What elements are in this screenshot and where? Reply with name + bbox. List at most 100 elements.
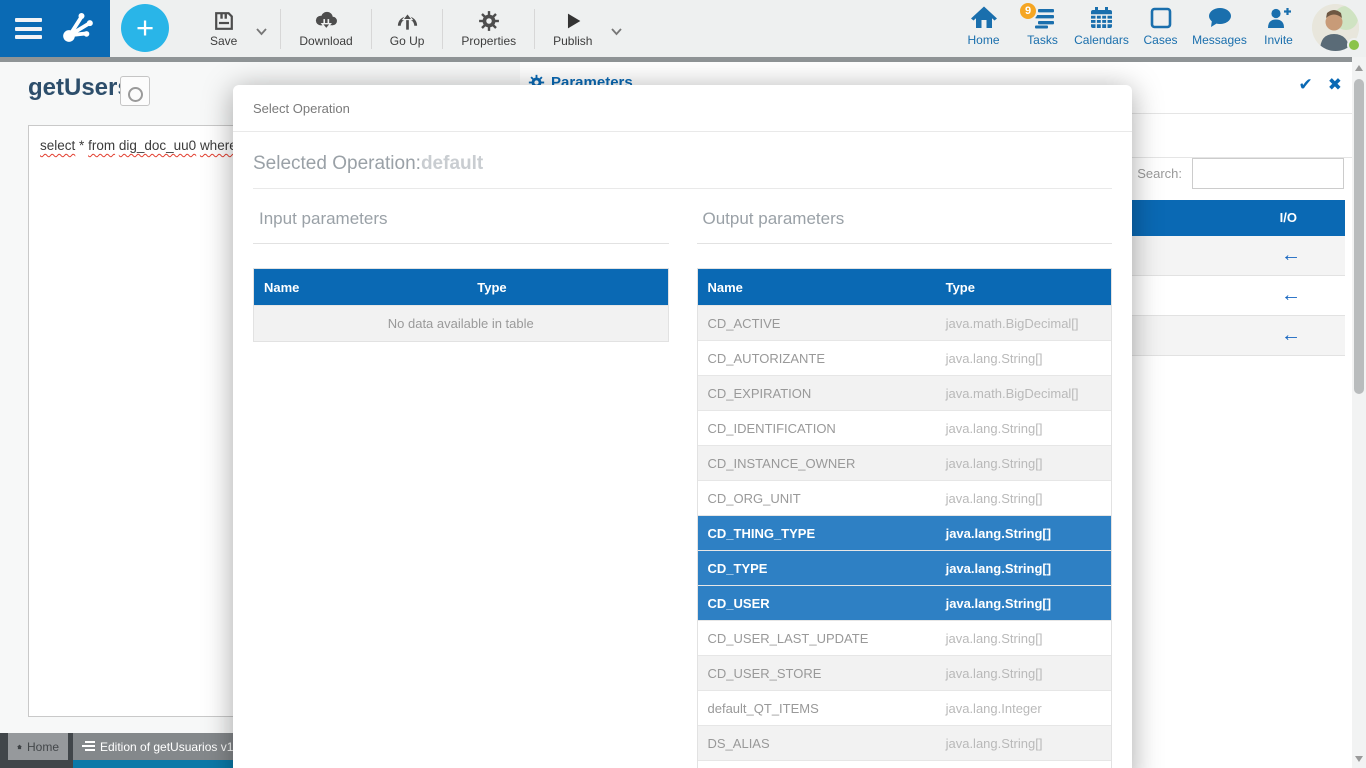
toolbar-divider <box>0 57 1352 62</box>
input-arrow-icon: ← <box>1281 324 1301 347</box>
output-param-row[interactable]: CD_THING_TYPEjava.lang.String[] <box>698 515 1112 550</box>
publish-dropdown-chevron-icon[interactable] <box>604 23 629 41</box>
title-status-button[interactable] <box>120 76 150 106</box>
invite-person-plus-icon <box>1266 6 1292 30</box>
param-type: java.lang.String[] <box>946 526 1051 541</box>
nav-tasks[interactable]: 9 Tasks <box>1013 6 1072 47</box>
nav-home-label: Home <box>967 33 999 47</box>
scrollbar-down-arrow-icon[interactable] <box>1355 756 1363 762</box>
modal-title: Select Operation <box>233 85 1132 132</box>
app-logo-claw-icon[interactable] <box>58 6 100 51</box>
nav-messages-label: Messages <box>1192 33 1247 47</box>
nav-messages[interactable]: Messages <box>1190 6 1249 47</box>
sql-token: from <box>88 138 115 153</box>
nav-invite[interactable]: Invite <box>1249 6 1308 47</box>
param-name: CD_IDENTIFICATION <box>698 421 946 436</box>
input-arrow-icon: ← <box>1281 284 1301 307</box>
output-param-row[interactable]: CD_USER_LAST_UPDATEjava.lang.String[] <box>698 620 1112 655</box>
scrollbar-up-arrow-icon[interactable] <box>1355 65 1363 71</box>
output-col-name: Name <box>698 280 946 295</box>
toolbar-tools: Save Download <box>198 0 629 57</box>
download-button[interactable]: Download <box>287 0 364 57</box>
tab-edition-getusuarios[interactable]: Edition of getUsuarios v1 <box>73 733 245 760</box>
output-param-row[interactable]: CD_ACTIVEjava.math.BigDecimal[] <box>698 305 1112 340</box>
output-table-header: Name Type <box>698 269 1112 305</box>
nav-home[interactable]: Home <box>954 6 1013 47</box>
output-param-row[interactable]: CD_IDENTIFICATIONjava.lang.String[] <box>698 410 1112 445</box>
param-name: CD_THING_TYPE <box>698 526 946 541</box>
brand-block <box>0 0 110 57</box>
param-type: java.lang.String[] <box>946 736 1043 751</box>
online-status-dot <box>1347 38 1361 52</box>
tab-home[interactable]: Home <box>8 733 68 760</box>
param-type: java.lang.String[] <box>946 491 1043 506</box>
confirm-check-icon[interactable]: ✔ <box>1299 75 1313 95</box>
output-param-row[interactable]: DS_EMAILjava.lang.String[] <box>698 760 1112 768</box>
go-up-button[interactable]: Go Up <box>378 0 437 57</box>
param-type: java.math.BigDecimal[] <box>946 386 1079 401</box>
input-col-type: Type <box>477 280 506 295</box>
home-icon <box>971 6 997 30</box>
save-dropdown-chevron-icon[interactable] <box>249 23 274 41</box>
selected-operation-value: default <box>421 153 483 174</box>
sql-token: select <box>40 138 75 153</box>
topbar: + Save <box>0 0 1366 57</box>
sql-token: where <box>200 138 237 153</box>
input-col-name: Name <box>254 280 477 295</box>
input-parameters-table: Name Type No data available in table <box>253 268 669 342</box>
go-up-arrow-icon <box>395 10 420 32</box>
publish-button[interactable]: Publish <box>541 0 604 57</box>
output-param-row[interactable]: CD_AUTORIZANTEjava.lang.String[] <box>698 340 1112 375</box>
download-label: Download <box>299 34 352 48</box>
panel-actions: ✔ ✖ <box>1299 75 1343 95</box>
output-param-row[interactable]: DS_ALIASjava.lang.String[] <box>698 725 1112 760</box>
toolbar-separator <box>534 9 535 49</box>
tab-home-label: Home <box>27 740 59 754</box>
play-publish-icon <box>562 10 584 32</box>
input-table-header: Name Type <box>254 269 668 305</box>
output-table-rows: CD_ACTIVEjava.math.BigDecimal[]CD_AUTORI… <box>698 305 1112 768</box>
param-name: CD_USER <box>698 596 946 611</box>
param-name: CD_ORG_UNIT <box>698 491 946 506</box>
output-param-row[interactable]: CD_USERjava.lang.String[] <box>698 585 1112 620</box>
hamburger-menu-icon[interactable] <box>15 18 42 39</box>
output-param-row[interactable]: CD_INSTANCE_OWNERjava.lang.String[] <box>698 445 1112 480</box>
close-x-icon[interactable]: ✖ <box>1328 75 1342 95</box>
output-parameters-section: Output parameters Name Type CD_ACTIVEjav… <box>697 207 1113 768</box>
output-param-row[interactable]: default_QT_ITEMSjava.lang.Integer <box>698 690 1112 725</box>
nav-calendars-label: Calendars <box>1074 33 1129 47</box>
nav-invite-label: Invite <box>1264 33 1293 47</box>
input-parameters-section: Input parameters Name Type No data avail… <box>253 207 669 768</box>
calendar-icon <box>1089 6 1114 30</box>
output-parameters-table: Name Type CD_ACTIVEjava.math.BigDecimal[… <box>697 268 1113 768</box>
nav-calendars[interactable]: Calendars <box>1072 6 1131 47</box>
param-type: java.lang.String[] <box>946 456 1043 471</box>
output-param-row[interactable]: CD_TYPEjava.lang.String[] <box>698 550 1112 585</box>
modal-columns: Input parameters Name Type No data avail… <box>233 207 1132 768</box>
home-tab-icon <box>17 741 22 753</box>
properties-button[interactable]: Properties <box>449 0 528 57</box>
sql-text: select * from dig_doc_uu0 where cd_ <box>40 138 262 153</box>
tasks-badge: 9 <box>1018 1 1038 21</box>
output-param-row[interactable]: CD_ORG_UNITjava.lang.String[] <box>698 480 1112 515</box>
gear-icon <box>478 10 500 32</box>
nav-cases[interactable]: Cases <box>1131 6 1190 47</box>
output-param-row[interactable]: CD_USER_STOREjava.lang.String[] <box>698 655 1112 690</box>
add-button[interactable]: + <box>121 4 169 52</box>
vertical-scrollbar[interactable] <box>1352 57 1366 768</box>
io-column-header: I/O <box>1280 210 1297 225</box>
output-param-row[interactable]: CD_EXPIRATIONjava.math.BigDecimal[] <box>698 375 1112 410</box>
param-name: CD_EXPIRATION <box>698 386 946 401</box>
sql-token: * <box>79 138 84 153</box>
param-name: CD_USER_STORE <box>698 666 946 681</box>
scrollbar-thumb[interactable] <box>1354 79 1364 394</box>
save-button[interactable]: Save <box>198 0 249 57</box>
param-name: CD_ACTIVE <box>698 316 946 331</box>
go-up-label: Go Up <box>390 34 425 48</box>
selected-operation: Selected Operation:default <box>253 153 1112 189</box>
param-name: CD_INSTANCE_OWNER <box>698 456 946 471</box>
top-navigation: Home 9 Tasks <box>954 6 1308 47</box>
case-square-icon <box>1149 6 1173 30</box>
search-input[interactable] <box>1192 158 1344 189</box>
param-name: CD_TYPE <box>698 561 946 576</box>
